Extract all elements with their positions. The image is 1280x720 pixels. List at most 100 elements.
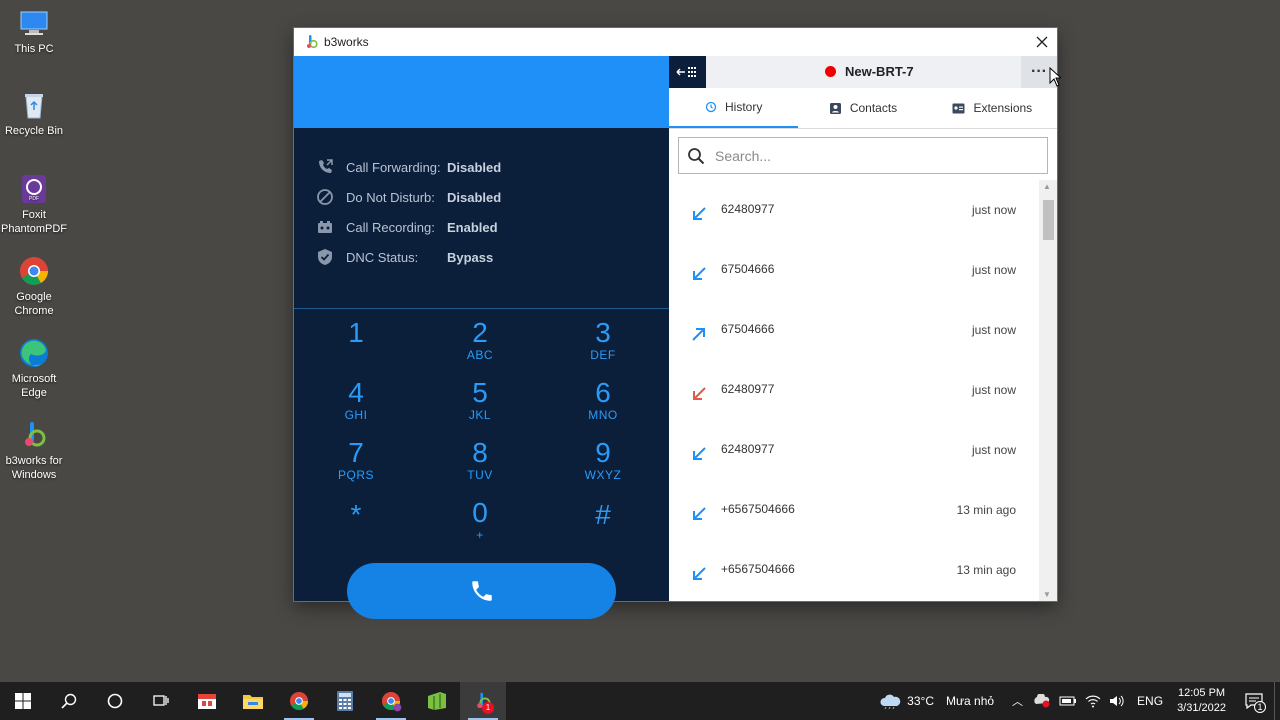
weather-desc[interactable]: Mưa nhỏ — [946, 694, 994, 708]
dialpad-key-8[interactable]: 8 TUV — [440, 438, 520, 483]
desktop-icon-b3works[interactable]: b3works for Windows — [0, 418, 68, 482]
dialpad-key-hash[interactable]: # — [563, 500, 643, 530]
input-language[interactable]: ENG — [1137, 694, 1163, 708]
back-to-dialpad-button[interactable] — [669, 56, 706, 88]
dialpad-key-5[interactable]: 5 JKL — [440, 378, 520, 423]
tab-history[interactable]: History — [669, 88, 799, 128]
scroll-down-icon[interactable]: ▼ — [1043, 590, 1051, 599]
desktop-icon-this-pc[interactable]: This PC — [0, 6, 68, 56]
battery-icon[interactable] — [1059, 695, 1077, 707]
taskbar-green-app[interactable] — [414, 682, 460, 720]
contacts-icon — [829, 102, 841, 114]
taskbar-chrome[interactable] — [276, 682, 322, 720]
desktop-icon-recycle-bin[interactable]: Recycle Bin — [0, 88, 68, 138]
window-title: b3works — [324, 35, 369, 49]
start-button[interactable] — [0, 682, 46, 720]
history-time: just now — [971, 443, 1016, 457]
edge-icon — [20, 339, 48, 367]
taskbar-chrome-profile[interactable] — [368, 682, 414, 720]
status-call-recording: Call Recording: Enabled — [316, 212, 669, 242]
extension-header: New-BRT-7 ··· — [669, 56, 1057, 88]
cortana-button[interactable] — [92, 682, 138, 720]
chevron-up-icon[interactable]: ︿ — [1012, 693, 1023, 709]
taskbar-file-explorer[interactable] — [230, 682, 276, 720]
dialpad-key-1[interactable]: 1 — [316, 318, 396, 348]
weather-temp[interactable]: 33°C — [907, 694, 934, 708]
desktop-icon-chrome[interactable]: Google Chrome — [0, 254, 68, 318]
weather-cloud-icon[interactable] — [879, 693, 901, 709]
status-label: Do Not Disturb: — [346, 189, 435, 205]
history-row[interactable]: +6567504666 13 min ago — [669, 484, 1039, 544]
incoming-call-arrow-icon — [693, 267, 706, 280]
key-letters: PQRS — [337, 468, 374, 482]
security-alert-icon[interactable] — [1033, 694, 1051, 708]
extension-selector[interactable]: New-BRT-7 — [825, 64, 914, 79]
history-row[interactable]: 62480977 just now — [669, 364, 1039, 424]
shield-check-icon — [318, 249, 332, 265]
action-center-button[interactable]: 1 — [1234, 682, 1274, 720]
history-row[interactable]: 67504666 just now — [669, 244, 1039, 304]
history-row[interactable]: 62480977 just now — [669, 184, 1039, 244]
dialpad-key-4[interactable]: 4 GHI — [316, 378, 396, 423]
dialpad-key-3[interactable]: 3 DEF — [563, 318, 643, 363]
dialpad-key-2[interactable]: 2 ABC — [440, 318, 520, 363]
incoming-call-arrow-icon — [693, 507, 706, 520]
history-row[interactable]: 67504666 just now — [669, 304, 1039, 364]
history-time: just now — [971, 263, 1016, 277]
taskbar-b3works[interactable]: 1 — [460, 682, 506, 720]
key-letters: JKL — [468, 408, 492, 422]
volume-icon[interactable] — [1109, 694, 1125, 708]
status-label: Call Recording: — [346, 219, 435, 235]
taskbar-calculator[interactable] — [322, 682, 368, 720]
key-letters: GHI — [344, 408, 368, 422]
show-desktop-button[interactable] — [1274, 682, 1280, 720]
scroll-up-icon[interactable]: ▲ — [1043, 182, 1051, 191]
dialpad-key-9[interactable]: 9 WXYZ — [563, 437, 643, 483]
tab-extensions[interactable]: Extensions — [928, 88, 1057, 128]
status-label: DNC Status: — [346, 249, 419, 265]
history-time: just now — [971, 323, 1016, 337]
key-letters: WXYZ — [584, 468, 622, 482]
dialpad-key-7[interactable]: 7 PQRS — [316, 438, 396, 483]
history-row[interactable]: 62480977 just now — [669, 424, 1039, 484]
close-button[interactable] — [1027, 28, 1057, 56]
dialpad-key-0[interactable]: 0 + — [440, 498, 520, 543]
desktop-icon-edge[interactable]: Microsoft Edge — [0, 336, 68, 400]
search-icon — [61, 693, 77, 709]
call-button[interactable] — [347, 563, 616, 619]
wifi-icon[interactable] — [1085, 694, 1101, 708]
history-number: 67504666 — [721, 322, 775, 336]
dialpad-key-6[interactable]: 6 MNO — [563, 378, 643, 423]
desktop-icon-foxit[interactable]: PDF Foxit PhantomPDF — [0, 172, 68, 236]
tab-contacts[interactable]: Contacts — [798, 88, 927, 128]
tab-label: Extensions — [973, 101, 1033, 115]
task-view-button[interactable] — [138, 682, 184, 720]
search-input[interactable] — [715, 147, 1015, 164]
search-button[interactable] — [46, 682, 92, 720]
key-digit: 1 — [348, 317, 364, 348]
dialpad-key-star[interactable]: * — [316, 500, 396, 530]
incoming-call-arrow-icon — [693, 447, 706, 460]
close-icon — [1036, 36, 1048, 48]
scroll-thumb[interactable] — [1043, 200, 1054, 240]
clock[interactable]: 12:05 PM 3/31/2022 — [1177, 686, 1226, 716]
no-entry-icon — [317, 189, 333, 205]
folder-icon — [243, 695, 263, 709]
taskbar-app-tool[interactable] — [184, 682, 230, 720]
desktop-icon-label: Google Chrome — [14, 291, 54, 317]
status-label: Call Forwarding: — [346, 159, 441, 175]
b3works-logo-icon — [25, 422, 46, 447]
history-time: 13 min ago — [956, 563, 1016, 577]
recycle-bin-icon — [25, 94, 43, 119]
app-tool-icon — [198, 694, 216, 709]
history-scrollbar[interactable]: ▲ ▼ — [1039, 180, 1057, 601]
b3works-logo-icon — [307, 35, 318, 49]
divider — [294, 308, 669, 309]
key-digit: 9 — [595, 437, 611, 468]
system-tray: 33°C Mưa nhỏ ︿ ENG 12:05 PM 3/31/2022 1 — [879, 682, 1280, 720]
history-row[interactable]: +6567504666 13 min ago — [669, 544, 1039, 601]
dialer-pane: Call Forwarding: Disabled Do Not Disturb… — [294, 56, 669, 619]
clock-time: 12:05 PM — [1177, 687, 1226, 699]
title-bar[interactable]: b3works — [294, 28, 1057, 56]
missed-call-arrow-icon — [693, 387, 706, 400]
